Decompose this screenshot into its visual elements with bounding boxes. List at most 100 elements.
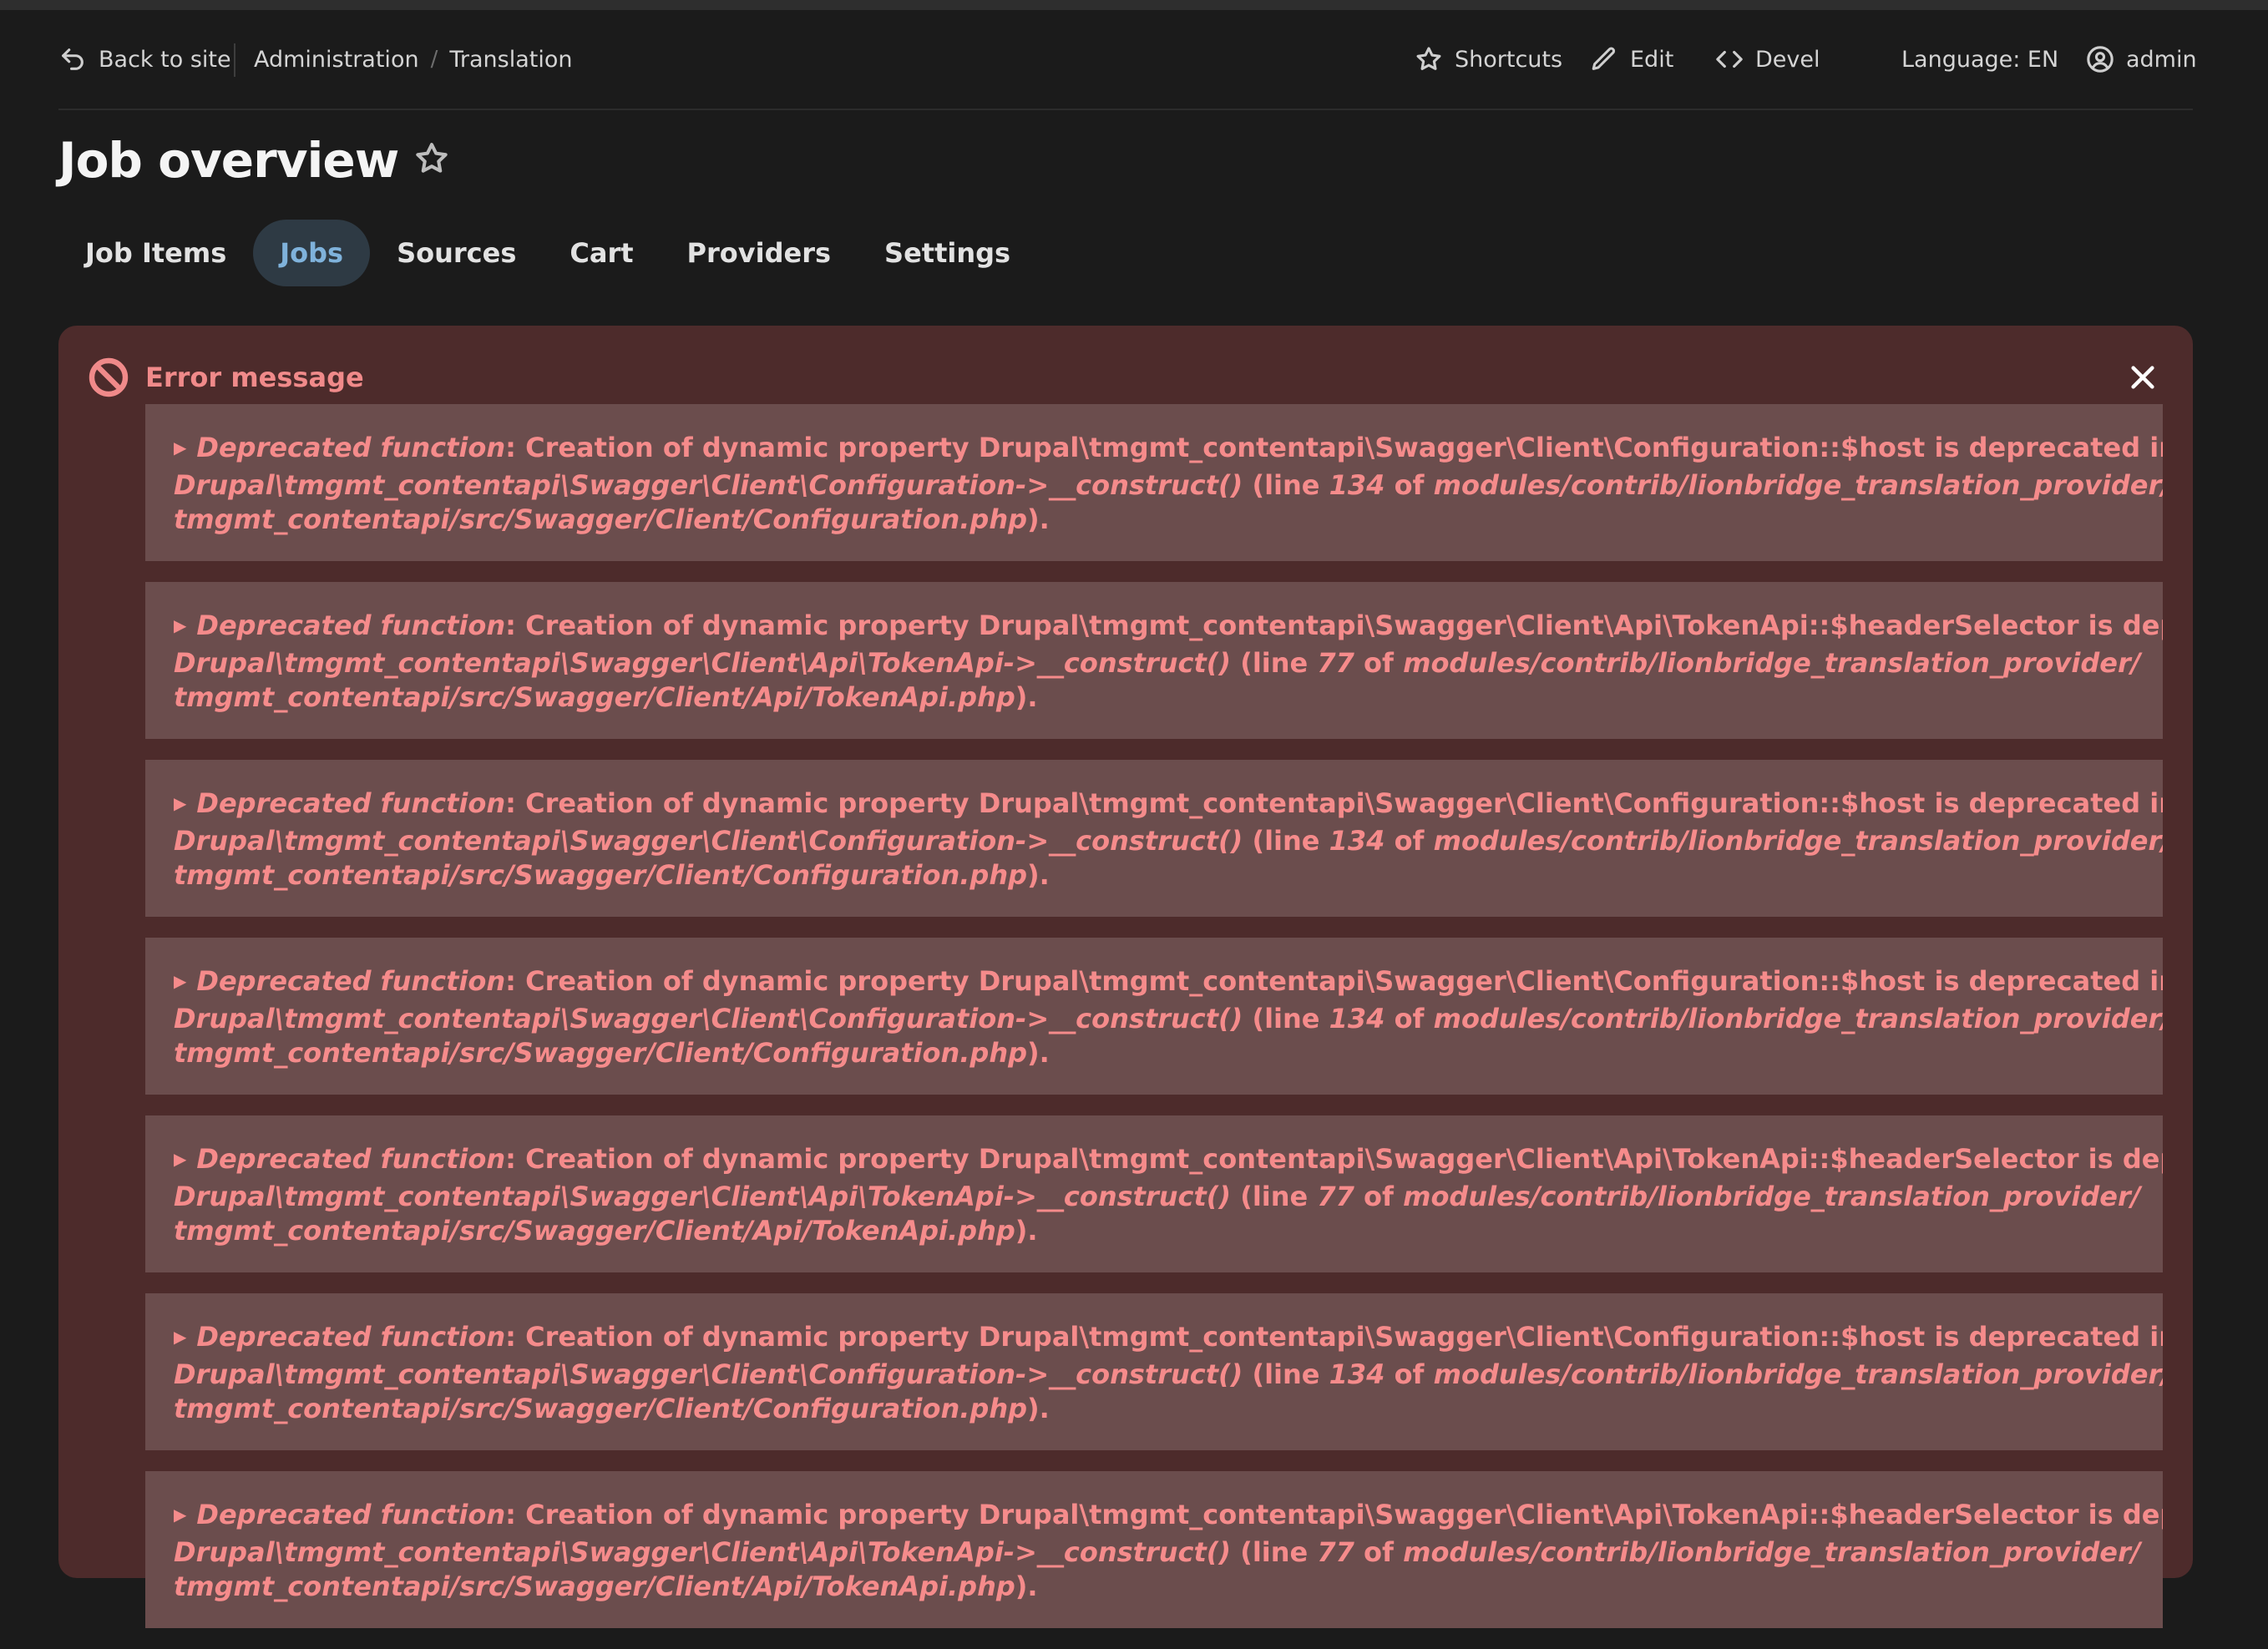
- error-path-part1: modules/contrib/lionbridge_translation_p…: [1433, 1358, 2163, 1390]
- breadcrumb-separator: /: [430, 47, 438, 72]
- user-icon: [2087, 46, 2114, 73]
- page-title: Job overview: [58, 132, 399, 189]
- error-path-part1: modules/contrib/lionbridge_translation_p…: [1433, 469, 2163, 501]
- error-end: ).: [1027, 859, 1050, 891]
- error-path-part2: tmgmt_contentapi/src/Swagger/Client/Conf…: [174, 859, 1027, 891]
- error-message-list: ▶ Deprecated function: Creation of dynami…: [145, 404, 2163, 1649]
- error-line-2: Drupal\tmgmt_contentapi\Swagger\Client\A…: [174, 1535, 2140, 1570]
- edit-button[interactable]: Edit: [1590, 33, 1673, 85]
- error-line-number: 134: [1329, 1003, 1385, 1034]
- error-text: : Creation of dynamic property Drupal\tm…: [505, 1321, 2163, 1353]
- error-of-text: of: [1385, 469, 1434, 501]
- error-function: Drupal\tmgmt_contentapi\Swagger\Client\C…: [174, 1003, 1243, 1034]
- error-line-3: tmgmt_contentapi/src/Swagger/Client/Conf…: [174, 1036, 2134, 1070]
- devel-button[interactable]: Devel: [1715, 33, 1820, 85]
- error-line-3: tmgmt_contentapi/src/Swagger/Client/Api/…: [174, 680, 2134, 715]
- error-end: ).: [1015, 681, 1038, 713]
- error-line-1: ▶ Deprecated function: Creation of dynami…: [174, 964, 2163, 1002]
- error-path-part1: modules/contrib/lionbridge_translation_p…: [1433, 825, 2163, 857]
- error-line-1: ▶ Deprecated function: Creation of dynami…: [174, 431, 2163, 468]
- user-menu-button[interactable]: admin: [2086, 33, 2197, 85]
- error-line-1: ▶ Deprecated function: Creation of dynami…: [174, 609, 2163, 646]
- error-of-text: of: [1354, 1536, 1404, 1568]
- user-label: admin: [2126, 46, 2197, 73]
- error-line-prefix: (line: [1231, 1181, 1318, 1212]
- language-switcher[interactable]: Language: EN: [1901, 33, 2058, 85]
- breadcrumb-administration[interactable]: Administration: [254, 47, 419, 73]
- page-title-row: Job overview: [58, 127, 450, 194]
- error-line-prefix: (line: [1231, 1536, 1318, 1568]
- error-message-item[interactable]: ▶ Deprecated function: Creation of dynami…: [145, 1471, 2163, 1628]
- error-message-item[interactable]: ▶ Deprecated function: Creation of dynami…: [145, 1115, 2163, 1272]
- admin-toolbar: Back to site Administration / Translatio…: [58, 33, 2197, 110]
- tab-cart[interactable]: Cart: [543, 220, 660, 286]
- expand-triangle-icon[interactable]: ▶: [174, 1505, 186, 1525]
- error-of-text: of: [1354, 647, 1404, 679]
- error-function: Drupal\tmgmt_contentapi\Swagger\Client\A…: [174, 1536, 1232, 1568]
- error-function: Drupal\tmgmt_contentapi\Swagger\Client\A…: [174, 1181, 1232, 1212]
- top-strip: [0, 0, 2268, 10]
- breadcrumb-translation[interactable]: Translation: [449, 47, 572, 73]
- error-line-number: 134: [1329, 469, 1385, 501]
- error-type: Deprecated function: [196, 965, 506, 997]
- error-message-item[interactable]: ▶ Deprecated function: Creation of dynami…: [145, 1293, 2163, 1450]
- error-line-prefix: (line: [1243, 1003, 1329, 1034]
- expand-triangle-icon[interactable]: ▶: [174, 1149, 186, 1169]
- error-line-2: Drupal\tmgmt_contentapi\Swagger\Client\C…: [174, 824, 2163, 858]
- error-line-3: tmgmt_contentapi/src/Swagger/Client/Api/…: [174, 1214, 2134, 1248]
- error-line-number: 77: [1317, 1536, 1354, 1568]
- error-message-item[interactable]: ▶ Deprecated function: Creation of dynami…: [145, 582, 2163, 739]
- error-header: Error message: [89, 354, 364, 401]
- tab-settings[interactable]: Settings: [858, 220, 1037, 286]
- error-end: ).: [1027, 1037, 1050, 1069]
- error-line-number: 134: [1329, 1358, 1385, 1390]
- devel-label: Devel: [1755, 46, 1820, 73]
- shortcuts-label: Shortcuts: [1455, 46, 1563, 73]
- error-path-part2: tmgmt_contentapi/src/Swagger/Client/Api/…: [174, 1571, 1015, 1602]
- tab-providers[interactable]: Providers: [661, 220, 858, 286]
- error-of-text: of: [1385, 1358, 1434, 1390]
- expand-triangle-icon[interactable]: ▶: [174, 793, 186, 813]
- error-line-2: Drupal\tmgmt_contentapi\Swagger\Client\C…: [174, 1002, 2163, 1036]
- error-text: : Creation of dynamic property Drupal\tm…: [505, 1499, 2163, 1530]
- error-of-text: of: [1354, 1181, 1404, 1212]
- error-line-prefix: (line: [1243, 469, 1329, 501]
- error-message-item[interactable]: ▶ Deprecated function: Creation of dynami…: [145, 938, 2163, 1095]
- close-error-button[interactable]: [2123, 357, 2163, 397]
- add-shortcut-star-icon[interactable]: [413, 140, 450, 180]
- error-end: ).: [1027, 503, 1050, 535]
- error-line-1: ▶ Deprecated function: Creation of dynami…: [174, 1498, 2163, 1535]
- shortcuts-button[interactable]: Shortcuts: [1415, 33, 1562, 85]
- tab-sources[interactable]: Sources: [370, 220, 543, 286]
- error-message-item[interactable]: ▶ Deprecated function: Creation of dynami…: [145, 404, 2163, 561]
- expand-triangle-icon[interactable]: ▶: [174, 615, 186, 635]
- error-function: Drupal\tmgmt_contentapi\Swagger\Client\C…: [174, 1358, 1243, 1390]
- error-line-prefix: (line: [1243, 825, 1329, 857]
- error-text: : Creation of dynamic property Drupal\tm…: [505, 610, 2163, 641]
- error-line-number: 77: [1317, 647, 1354, 679]
- expand-triangle-icon[interactable]: ▶: [174, 1327, 186, 1347]
- error-line-prefix: (line: [1243, 1358, 1329, 1390]
- error-path-part2: tmgmt_contentapi/src/Swagger/Client/Conf…: [174, 503, 1027, 535]
- error-line-2: Drupal\tmgmt_contentapi\Swagger\Client\C…: [174, 468, 2163, 503]
- error-type: Deprecated function: [196, 1143, 506, 1175]
- back-to-site-link[interactable]: Back to site: [58, 33, 231, 85]
- error-line-2: Drupal\tmgmt_contentapi\Swagger\Client\C…: [174, 1358, 2163, 1392]
- expand-triangle-icon[interactable]: ▶: [174, 971, 186, 991]
- tab-jobs[interactable]: Jobs: [253, 220, 371, 286]
- error-path-part2: tmgmt_contentapi/src/Swagger/Client/Conf…: [174, 1037, 1027, 1069]
- expand-triangle-icon[interactable]: ▶: [174, 438, 186, 458]
- error-text: : Creation of dynamic property Drupal\tm…: [505, 787, 2163, 819]
- tab-job-items[interactable]: Job Items: [58, 220, 253, 286]
- error-of-text: of: [1385, 825, 1434, 857]
- error-end: ).: [1015, 1215, 1038, 1247]
- error-path-part1: modules/contrib/lionbridge_translation_p…: [1433, 1003, 2163, 1034]
- error-line-3: tmgmt_contentapi/src/Swagger/Client/Api/…: [174, 1570, 2134, 1604]
- error-path-part2: tmgmt_contentapi/src/Swagger/Client/Api/…: [174, 1215, 1015, 1247]
- language-label: Language: EN: [1901, 46, 2059, 73]
- error-type: Deprecated function: [196, 1499, 506, 1530]
- error-title: Error message: [145, 362, 364, 393]
- error-type: Deprecated function: [196, 432, 506, 463]
- error-message-item[interactable]: ▶ Deprecated function: Creation of dynami…: [145, 760, 2163, 917]
- error-text: : Creation of dynamic property Drupal\tm…: [505, 432, 2163, 463]
